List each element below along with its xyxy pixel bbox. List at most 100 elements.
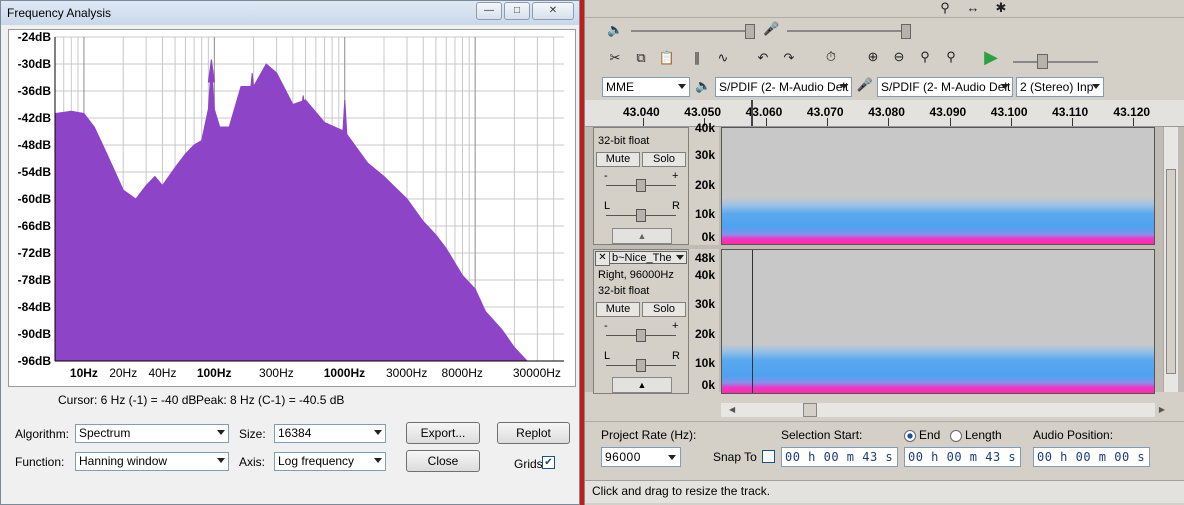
track-2-pan-thumb[interactable] [636, 359, 646, 372]
function-label: Function: [15, 455, 65, 469]
top-toolbar: ⚲ ↔ ✱ [585, 0, 1184, 18]
track-2-control-panel[interactable]: ✕ b~Nice_The Right, 96000Hz 32-bit float… [593, 249, 689, 394]
algorithm-label: Algorithm: [15, 427, 70, 441]
size-label: Size: [239, 427, 266, 441]
function-select[interactable]: Hanning window [75, 452, 229, 471]
scroll-left-icon[interactable]: ◀ [729, 405, 735, 414]
fit-selection-icon[interactable]: ⚲ [915, 49, 935, 65]
x-tick-label: 3000Hz [385, 366, 428, 380]
cut-icon[interactable]: ✂ [605, 50, 625, 66]
ruler-tick-mark [949, 118, 951, 126]
x-tick-label: 100Hz [196, 366, 232, 380]
zoom-tool-icon[interactable]: ⚲ [935, 0, 955, 16]
track-2-scale-10k: 10k [694, 356, 715, 370]
track-2-rate: Right, 96000Hz [598, 269, 674, 281]
trim-icon[interactable]: ∥ [687, 50, 707, 66]
spectrum-plot[interactable] [9, 30, 575, 386]
redo-icon[interactable]: ↷ [779, 50, 799, 66]
play-at-speed-icon[interactable]: ▶ [981, 47, 1001, 68]
maximize-button[interactable]: □ [504, 2, 530, 20]
vertical-scroll-thumb[interactable] [1166, 169, 1176, 374]
close-button[interactable]: Close [406, 450, 480, 472]
track-2-collapse-button[interactable]: ▲ [612, 377, 672, 393]
y-tick-label: -66dB [17, 219, 51, 233]
horizontal-scroll-thumb[interactable] [803, 403, 817, 417]
recording-device-value: S/PDIF (2- M-Audio Delt [881, 80, 1011, 94]
snap-to-checkbox[interactable] [762, 450, 775, 463]
track-1-gain-thumb[interactable] [636, 179, 646, 192]
export-button[interactable]: Export... [406, 422, 480, 444]
track-2-close-icon[interactable]: ✕ [595, 251, 610, 266]
chevron-down-icon [676, 255, 684, 260]
title-bar[interactable]: Frequency Analysis — □ ✕ [1, 1, 579, 25]
end-radio[interactable] [904, 430, 916, 442]
algorithm-select[interactable]: Spectrum [75, 424, 229, 443]
recording-device-select[interactable]: S/PDIF (2- M-Audio Delt [877, 77, 1013, 97]
play-speed-thumb[interactable] [1037, 54, 1048, 69]
end-field[interactable]: 00 h 00 m 43 s [904, 447, 1021, 467]
minimize-button[interactable]: — [476, 2, 502, 20]
ruler-tick-mark [765, 118, 767, 126]
paste-icon[interactable]: 📋 [657, 50, 677, 66]
ruler-tick-label: 43.040 [623, 105, 660, 119]
silence-icon[interactable]: ∿ [713, 50, 733, 66]
size-select[interactable]: 16384 [274, 424, 386, 443]
recording-volume-track[interactable] [787, 30, 907, 32]
track-2-solo-button[interactable]: Solo [642, 302, 686, 317]
vertical-scrollbar[interactable] [1163, 127, 1178, 392]
track-2-scale-40k: 40k [694, 268, 715, 282]
playback-volume-thumb[interactable] [745, 24, 755, 39]
track-1-mute-button[interactable]: Mute [596, 152, 640, 167]
project-rate-select[interactable]: 96000 [601, 447, 681, 467]
playback-volume-track[interactable] [631, 30, 751, 32]
playback-position-marker[interactable] [751, 100, 753, 126]
channels-value: 2 (Stereo) Inp [1020, 80, 1094, 94]
track-1-spectrogram[interactable] [721, 127, 1155, 245]
channels-select[interactable]: 2 (Stereo) Inp [1016, 77, 1104, 97]
track-1-collapse-button[interactable]: ▲ [612, 228, 672, 244]
replot-button[interactable]: Replot [497, 422, 570, 444]
zoom-in-icon[interactable]: ⊕ [863, 49, 883, 65]
ruler-tick-mark [643, 118, 644, 126]
cursor-readout: Cursor: 6 Hz (-1) = -40 dB [58, 393, 197, 407]
grids-checkbox[interactable]: ✔ [542, 456, 555, 469]
y-tick-label: -36dB [17, 84, 51, 98]
status-text: Click and drag to resize the track. [592, 484, 771, 498]
recording-volume-thumb[interactable] [901, 24, 911, 39]
audio-position-field[interactable]: 00 h 00 m 00 s [1033, 447, 1150, 467]
track-1-control-panel[interactable]: 32-bit float Mute Solo - + L R ▲ [593, 127, 689, 245]
track-2-spectrogram[interactable] [721, 249, 1155, 394]
track-1-solo-button[interactable]: Solo [642, 152, 686, 167]
audio-host-select[interactable]: MME [602, 77, 690, 97]
x-tick-label: 300Hz [259, 366, 294, 380]
chevron-down-icon [374, 430, 382, 435]
scroll-right-icon[interactable]: ▶ [1159, 405, 1165, 414]
microphone-icon: 🎤 [763, 21, 780, 36]
track-1-pan-thumb[interactable] [636, 209, 646, 222]
selection-start-field[interactable]: 00 h 00 m 43 s [781, 447, 898, 467]
length-radio[interactable] [950, 430, 962, 442]
play-speed-track[interactable] [1013, 61, 1098, 63]
horizontal-scrollbar[interactable]: ◀ ▶ [721, 403, 1165, 417]
ruler-tick-label: 43.080 [868, 105, 905, 119]
ruler-tick-label: 43.070 [806, 105, 844, 119]
audio-position-label: Audio Position: [1033, 428, 1114, 442]
playback-cursor-line [752, 250, 753, 393]
sync-lock-icon[interactable]: ⏱ [821, 49, 841, 65]
undo-icon[interactable]: ↶ [753, 50, 773, 66]
track-2-name-menu[interactable]: b~Nice_The [609, 251, 687, 264]
timeline-ruler[interactable]: 43.040 43.050 43.060 43.070 43.080 43.090 43.1… [585, 100, 1184, 127]
track-2-mute-button[interactable]: Mute [596, 302, 640, 317]
copy-icon[interactable]: ⧉ [631, 50, 651, 66]
track-2-gain-thumb[interactable] [636, 329, 646, 342]
close-window-button[interactable]: ✕ [532, 2, 574, 20]
playback-device-select[interactable]: S/PDIF (2- M-Audio Delt [715, 77, 852, 97]
chevron-down-icon [217, 430, 225, 435]
spectrum-plot-frame[interactable] [8, 29, 576, 387]
fit-project-icon[interactable]: ⚲ [941, 49, 961, 65]
timeshift-tool-icon[interactable]: ↔ [963, 0, 983, 15]
axis-select[interactable]: Log frequency [274, 452, 386, 471]
y-tick-label: -90dB [17, 327, 51, 341]
zoom-out-icon[interactable]: ⊖ [889, 49, 909, 65]
multi-tool-icon[interactable]: ✱ [991, 0, 1011, 16]
